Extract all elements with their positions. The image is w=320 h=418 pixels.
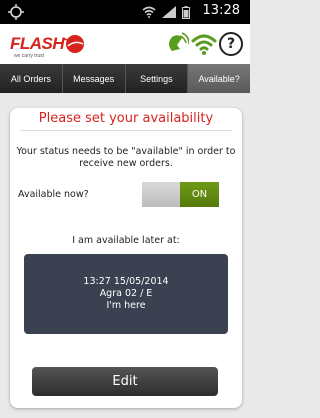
status-message: Your status needs to be "available" in o… xyxy=(16,146,236,169)
wifi-icon xyxy=(142,6,156,18)
wifi-icon[interactable] xyxy=(191,31,217,57)
availability-toggle[interactable]: ON xyxy=(142,182,219,207)
tab-settings[interactable]: Settings xyxy=(125,64,189,93)
brand-logo: FLASH we carry trust xyxy=(10,33,92,61)
tab-messages[interactable]: Messages xyxy=(62,64,126,93)
location-icon[interactable] xyxy=(163,31,189,57)
status-time: 13:28 xyxy=(202,3,240,18)
tab-available[interactable]: Available? xyxy=(188,64,250,93)
title-divider xyxy=(20,130,232,131)
signal-icon xyxy=(162,6,176,18)
card-title: Please set your availability xyxy=(38,111,214,126)
later-datetime: 13:27 15/05/2014 xyxy=(83,276,169,287)
tab-all-orders[interactable]: All Orders xyxy=(0,64,63,93)
brand-name: FLASH xyxy=(10,34,65,53)
tab-bar: All Orders Messages Settings Available? xyxy=(0,64,250,93)
available-later-box[interactable]: 13:27 15/05/2014 Agra 02 / E I'm here xyxy=(24,254,228,334)
app-header: FLASH we carry trust ? xyxy=(0,24,250,64)
later-location: Agra 02 / E xyxy=(99,288,153,299)
battery-icon xyxy=(182,5,190,19)
edit-button[interactable]: Edit xyxy=(32,367,218,396)
toggle-on-label: ON xyxy=(180,182,219,207)
available-later-label: I am available later at: xyxy=(72,235,180,246)
help-symbol: ? xyxy=(226,36,236,52)
status-bar: 13:28 xyxy=(0,0,250,24)
target-icon xyxy=(8,4,24,20)
brand-tagline: we carry trust xyxy=(14,53,45,59)
help-icon[interactable]: ? xyxy=(219,32,243,56)
available-now-label: Available now? xyxy=(18,189,89,200)
brand-ball-icon xyxy=(64,35,84,53)
toggle-off-area xyxy=(142,182,180,207)
availability-card: Please set your availability Your status… xyxy=(10,108,242,408)
later-note: I'm here xyxy=(106,300,146,311)
